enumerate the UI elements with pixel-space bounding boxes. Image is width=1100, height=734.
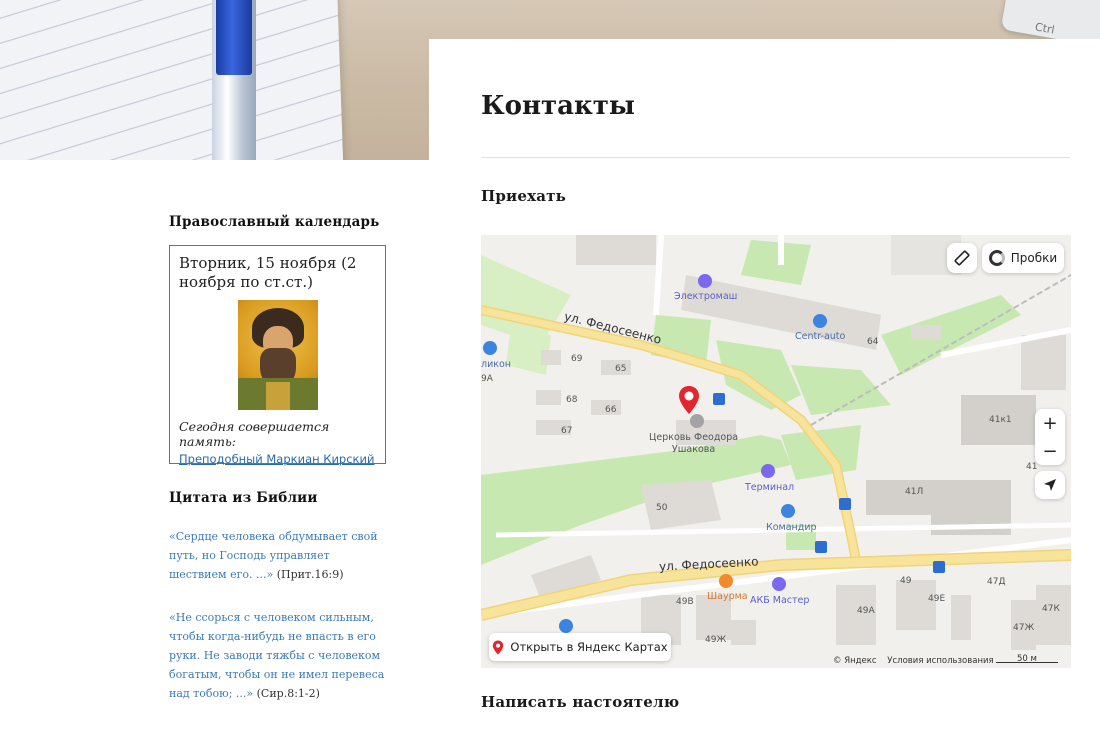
church-label-line2: Ушакова — [671, 444, 716, 455]
quote-reference: (Сир.8:1-2) — [256, 687, 320, 700]
zoom-out-button[interactable]: − — [1035, 437, 1065, 465]
map-scale-label: 50 м — [1017, 654, 1037, 664]
house-number: 47К — [1042, 604, 1060, 614]
poi-label[interactable]: Шаурма — [707, 591, 748, 602]
house-number: 41Л — [905, 487, 924, 497]
map-pin-icon — [493, 640, 504, 654]
calendar-date: Вторник, 15 ноября (2 ноября по ст.ст.) — [179, 254, 357, 291]
house-number: 49Ж — [705, 635, 727, 645]
bible-widget-title: Цитата из Библии — [169, 490, 318, 506]
house-number: 41к1 — [989, 415, 1012, 425]
quote-reference: (Прит.16:9) — [276, 568, 344, 581]
notebook-decoration — [0, 0, 344, 160]
house-number: 69 — [571, 354, 583, 364]
sidebar: Православный календарь Вторник, 15 ноябр… — [169, 214, 389, 703]
map-footer: © Яндекс Условия использования — [833, 656, 994, 666]
page-title: Контакты — [481, 91, 635, 121]
poi-label[interactable]: Электромаш — [674, 291, 737, 302]
main-content: Контакты Приехать ул. Федосеенко ул. Фед… — [429, 39, 1100, 734]
location-pin-icon — [679, 386, 699, 414]
house-number: 49А — [857, 606, 875, 616]
poi-label[interactable]: Командир — [766, 522, 817, 533]
saint-link[interactable]: Преподобный Маркиан Кирский — [179, 452, 376, 466]
map-copyright[interactable]: © Яндекс — [833, 656, 877, 666]
ruler-button[interactable] — [947, 243, 977, 273]
geolocation-arrow-icon — [1044, 479, 1056, 491]
bible-quote: «Не ссорься с человеком сильным, чтобы к… — [169, 608, 389, 703]
house-number: 49 — [900, 576, 912, 586]
yandex-map[interactable]: ул. Федосеенко ул. Федосеенко Электромаш… — [481, 235, 1071, 668]
poi-label[interactable]: АКБ Мастер — [750, 595, 809, 606]
poi-label[interactable]: Centr-auto — [795, 331, 845, 342]
traffic-button[interactable]: Пробки — [982, 243, 1064, 273]
ruler-icon — [954, 250, 970, 266]
calendar-widget-title: Православный календарь — [169, 214, 380, 230]
house-number: 9А — [481, 374, 493, 384]
house-number: 66 — [605, 405, 617, 415]
divider — [481, 157, 1070, 158]
quote-text: «Сердце человека обдумывает свой путь, н… — [169, 530, 378, 581]
open-in-yandex-maps-button[interactable]: Открыть в Яндекс Картах — [489, 633, 671, 661]
open-in-yandex-maps-label: Открыть в Яндекс Картах — [510, 640, 668, 654]
geolocation-button[interactable] — [1035, 471, 1065, 499]
section-title-write: Написать настоятелю — [481, 693, 680, 711]
bible-quote: «Сердце человека обдумывает свой путь, н… — [169, 527, 389, 584]
house-number: 65 — [615, 364, 627, 374]
pen-cap-decoration — [216, 0, 252, 75]
zoom-in-button[interactable]: + — [1035, 409, 1065, 437]
map-terms-link[interactable]: Условия использования — [887, 656, 993, 666]
traffic-icon — [988, 250, 1005, 266]
traffic-label: Пробки — [1010, 251, 1058, 265]
calendar-widget: Вторник, 15 ноября (2 ноября по ст.ст.) … — [169, 245, 386, 466]
house-number: 50 — [656, 503, 668, 513]
house-number: 47Д — [987, 577, 1006, 587]
house-number: 67 — [561, 426, 573, 436]
house-number: 68 — [566, 395, 578, 405]
saint-icon-image — [237, 300, 318, 410]
calendar-memory-label: Сегодня совершается память: — [179, 419, 330, 449]
house-number: 41 — [1026, 462, 1038, 472]
poi-label[interactable]: Терминал — [745, 482, 794, 493]
house-number: 47Ж — [1013, 623, 1035, 633]
house-number: 49В — [676, 597, 694, 607]
house-number: 49Е — [928, 594, 946, 604]
church-label-line1: Церковь Феодора — [649, 432, 739, 443]
church-label[interactable]: Церковь Феодора Ушакова — [649, 432, 738, 456]
section-title-arrive: Приехать — [481, 187, 567, 205]
poi-label[interactable]: ликон — [481, 359, 511, 370]
house-number: 64 — [867, 337, 879, 347]
